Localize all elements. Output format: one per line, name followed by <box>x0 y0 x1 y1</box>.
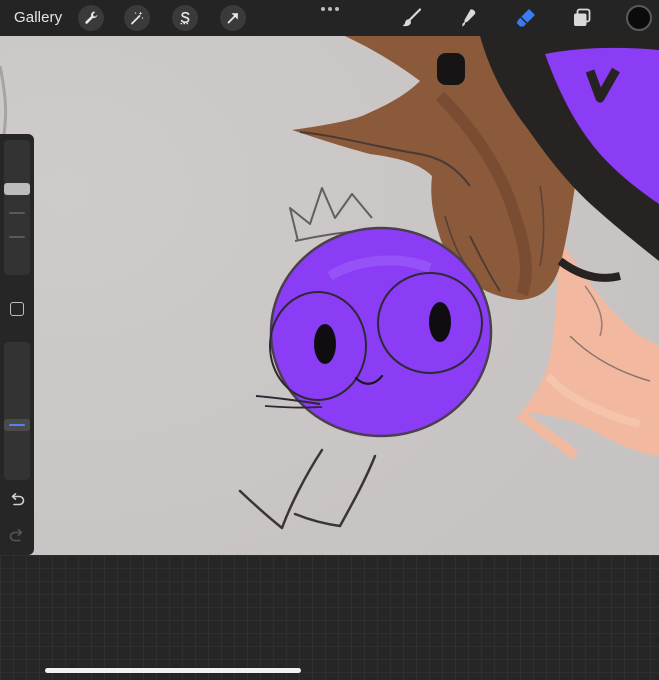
eraser-tool[interactable] <box>512 5 540 31</box>
selection-button[interactable] <box>172 5 198 31</box>
workspace-background <box>0 555 659 680</box>
gallery-button[interactable]: Gallery <box>14 9 62 26</box>
brush-size-slider[interactable] <box>4 140 30 275</box>
magic-wand-icon <box>131 11 144 25</box>
eraser-icon <box>516 9 535 27</box>
brush-size-thumb[interactable] <box>4 183 30 196</box>
undo-icon[interactable] <box>8 492 26 508</box>
layers-icon <box>574 8 591 26</box>
adjustments-button[interactable] <box>124 5 150 31</box>
opacity-thumb[interactable] <box>4 418 30 431</box>
more-dots-icon[interactable] <box>318 5 342 13</box>
brush-tool[interactable] <box>398 5 426 31</box>
actions-button[interactable] <box>78 5 104 31</box>
slider-tick <box>9 212 25 214</box>
color-picker-button[interactable] <box>626 5 652 31</box>
smudge-icon <box>462 9 476 27</box>
canvas-artwork <box>0 36 659 555</box>
slider-tick <box>9 236 25 238</box>
redo-icon[interactable] <box>8 528 26 544</box>
transform-arrow-icon <box>227 13 238 24</box>
left-sidebar <box>0 134 34 555</box>
wrench-icon <box>85 11 98 24</box>
transform-button[interactable] <box>220 5 246 31</box>
selection-s-icon <box>180 11 190 25</box>
layers-button[interactable] <box>568 5 596 31</box>
opacity-thumb-indicator <box>9 423 25 426</box>
drawing-canvas[interactable] <box>0 36 659 555</box>
procreate-app: Gallery <box>0 0 659 680</box>
brush-icon <box>402 8 422 27</box>
modify-button[interactable] <box>10 302 24 316</box>
home-indicator[interactable] <box>45 668 301 673</box>
top-toolbar: Gallery <box>0 0 659 36</box>
opacity-slider[interactable] <box>4 342 30 480</box>
smudge-tool[interactable] <box>454 5 482 31</box>
